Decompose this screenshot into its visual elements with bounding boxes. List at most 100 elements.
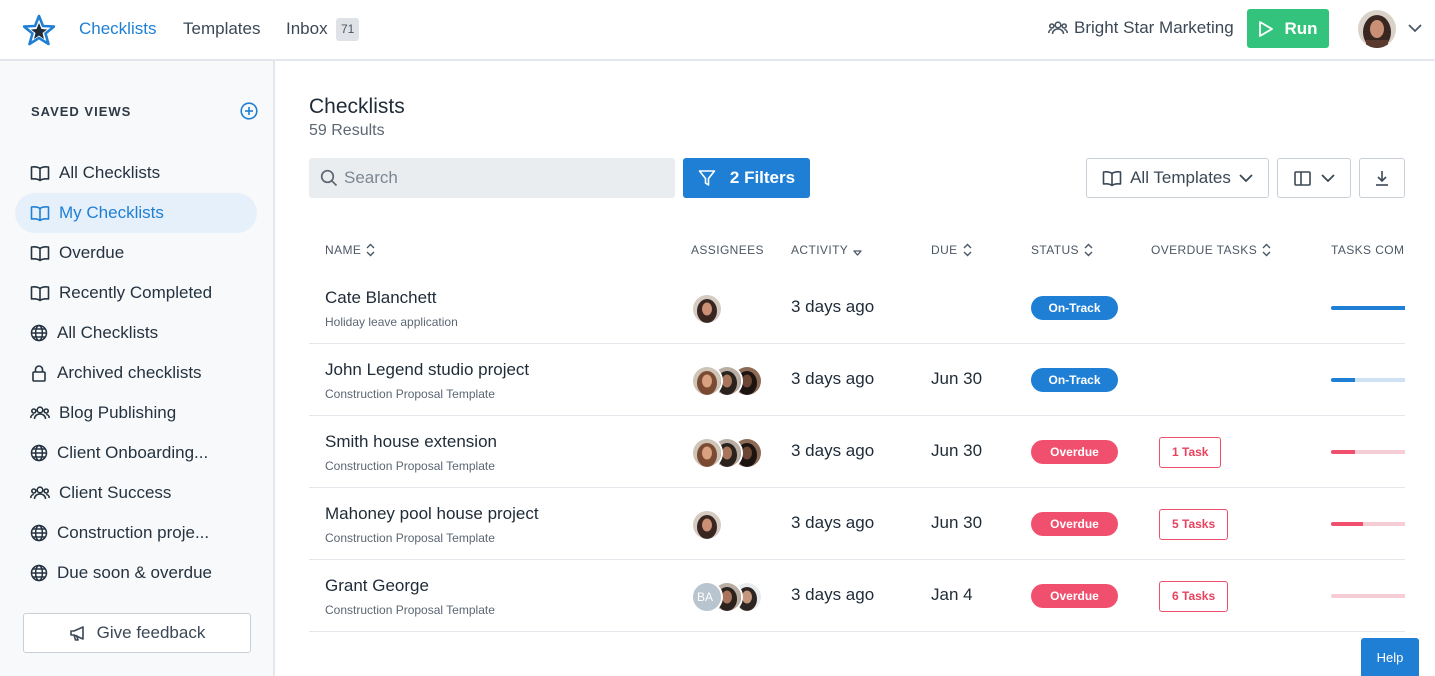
checklist-name[interactable]: Smith house extension bbox=[325, 432, 497, 452]
tasks-completed-progress-bar bbox=[1331, 306, 1405, 310]
download-button[interactable] bbox=[1359, 158, 1405, 198]
result-count: 59 Results bbox=[309, 122, 385, 139]
saved-view-label: All Checklists bbox=[57, 323, 159, 342]
columns-icon bbox=[1293, 170, 1311, 186]
saved-view-item[interactable]: Construction proje... bbox=[15, 513, 257, 553]
saved-view-item[interactable]: My Checklists bbox=[15, 193, 257, 233]
tasks-completed-progress-bar bbox=[1331, 378, 1405, 382]
inbox-count-badge: 71 bbox=[336, 18, 360, 41]
book-icon bbox=[30, 205, 50, 222]
tasks-completed-progress-bar bbox=[1331, 450, 1405, 454]
table-row[interactable]: John Legend studio project Construction P… bbox=[309, 344, 1405, 416]
assignee-avatar bbox=[691, 437, 723, 469]
search-input[interactable] bbox=[344, 168, 664, 188]
column-header-due[interactable]: DUE bbox=[931, 243, 972, 257]
table-row[interactable]: Cate Blanchett Holiday leave application 3… bbox=[309, 272, 1405, 344]
megaphone-icon bbox=[69, 626, 84, 641]
assignee-avatar bbox=[691, 293, 723, 325]
activity-time: 3 days ago bbox=[791, 513, 875, 532]
help-button[interactable]: Help bbox=[1361, 638, 1419, 676]
column-layout-dropdown[interactable] bbox=[1277, 158, 1351, 198]
checklist-name[interactable]: Mahoney pool house project bbox=[325, 504, 539, 524]
run-button[interactable]: Run bbox=[1247, 9, 1329, 48]
assignee-avatar bbox=[691, 509, 723, 541]
users-icon bbox=[30, 485, 50, 501]
activity-time: 3 days ago bbox=[791, 441, 875, 460]
globe-icon bbox=[30, 444, 48, 462]
progress-fill bbox=[1331, 378, 1355, 382]
column-header-tasks-completed[interactable]: TASKS COMPLETED bbox=[1331, 243, 1405, 257]
checklist-name[interactable]: Grant George bbox=[325, 576, 429, 596]
globe-icon bbox=[30, 324, 48, 342]
saved-view-item[interactable]: All Checklists bbox=[15, 153, 257, 193]
checklist-template-name: Construction Proposal Template bbox=[325, 387, 495, 401]
all-templates-label: All Templates bbox=[1130, 168, 1231, 187]
globe-icon bbox=[30, 524, 48, 542]
book-icon bbox=[30, 285, 50, 302]
saved-view-item[interactable]: Recently Completed bbox=[15, 273, 257, 313]
column-header-overdue-tasks[interactable]: OVERDUE TASKS bbox=[1151, 243, 1271, 257]
progress-fill bbox=[1331, 306, 1405, 310]
saved-view-item[interactable]: All Checklists bbox=[15, 313, 257, 353]
filters-button[interactable]: 2 Filters bbox=[683, 158, 810, 198]
users-icon bbox=[30, 405, 50, 421]
saved-view-label: Client Success bbox=[59, 483, 172, 502]
progress-fill bbox=[1331, 450, 1355, 454]
saved-view-label: Recently Completed bbox=[59, 283, 213, 302]
star-logo-icon[interactable] bbox=[23, 14, 55, 46]
progress-fill bbox=[1331, 522, 1363, 526]
chevron-down-icon bbox=[1320, 174, 1335, 183]
search-box[interactable] bbox=[309, 158, 675, 198]
activity-time: 3 days ago bbox=[791, 585, 875, 604]
top-navigation-bar: Checklists Templates Inbox 71 Bright Sta… bbox=[0, 0, 1435, 61]
nav-checklists-link[interactable]: Checklists bbox=[79, 19, 156, 39]
status-badge: On-Track bbox=[1031, 296, 1118, 320]
book-icon bbox=[30, 165, 50, 182]
saved-view-label: Archived checklists bbox=[57, 363, 202, 382]
saved-view-item[interactable]: Overdue bbox=[15, 233, 257, 273]
avatar-photo-icon bbox=[1358, 10, 1396, 48]
checklist-template-name: Construction Proposal Template bbox=[325, 531, 495, 545]
user-avatar[interactable] bbox=[1358, 10, 1396, 48]
chevron-down-icon[interactable] bbox=[1408, 23, 1422, 33]
table-row[interactable]: Grant George Construction Proposal Templa… bbox=[309, 560, 1405, 632]
checklist-name[interactable]: John Legend studio project bbox=[325, 360, 529, 380]
lock-icon bbox=[30, 364, 48, 382]
sort-icon bbox=[366, 243, 375, 257]
give-feedback-button[interactable]: Give feedback bbox=[23, 613, 251, 653]
filter-icon bbox=[698, 170, 716, 186]
all-templates-dropdown[interactable]: All Templates bbox=[1086, 158, 1269, 198]
overdue-tasks-badge[interactable]: 1 Task bbox=[1159, 437, 1222, 468]
organization-switcher[interactable]: Bright Star Marketing bbox=[1048, 18, 1234, 38]
saved-view-item[interactable]: Client Success bbox=[15, 473, 257, 513]
add-saved-view-icon[interactable] bbox=[240, 102, 258, 120]
tasks-completed-progress-bar bbox=[1331, 594, 1405, 598]
column-header-name[interactable]: NAME bbox=[325, 243, 375, 257]
page-title: Checklists bbox=[309, 95, 405, 118]
checklist-name[interactable]: Cate Blanchett bbox=[325, 288, 437, 308]
activity-time: 3 days ago bbox=[791, 369, 875, 388]
saved-view-item[interactable]: Blog Publishing bbox=[15, 393, 257, 433]
globe-icon bbox=[30, 564, 48, 582]
saved-views-sidebar: SAVED VIEWS All Checklists My Checklists O… bbox=[0, 61, 275, 676]
table-row[interactable]: Smith house extension Construction Propos… bbox=[309, 416, 1405, 488]
overdue-tasks-badge[interactable]: 5 Tasks bbox=[1159, 509, 1229, 540]
saved-view-item[interactable]: Archived checklists bbox=[15, 353, 257, 393]
table-row[interactable]: Mahoney pool house project Construction P… bbox=[309, 488, 1405, 560]
saved-view-label: Blog Publishing bbox=[59, 403, 177, 422]
checklist-template-name: Holiday leave application bbox=[325, 315, 458, 329]
due-date: Jun 30 bbox=[931, 441, 983, 460]
due-date: Jun 30 bbox=[931, 369, 983, 388]
checklist-template-name: Construction Proposal Template bbox=[325, 603, 495, 617]
saved-views-heading: SAVED VIEWS bbox=[31, 104, 132, 119]
nav-templates-link[interactable]: Templates bbox=[183, 19, 260, 39]
saved-view-item[interactable]: Client Onboarding... bbox=[15, 433, 257, 473]
nav-inbox-link[interactable]: Inbox bbox=[286, 19, 328, 39]
saved-view-item[interactable]: Due soon & overdue bbox=[15, 553, 257, 593]
column-header-activity[interactable]: ACTIVITY bbox=[791, 243, 862, 257]
overdue-tasks-badge[interactable]: 6 Tasks bbox=[1159, 581, 1229, 612]
assignee-avatar bbox=[691, 365, 723, 397]
play-icon bbox=[1259, 20, 1274, 37]
sort-icon bbox=[1262, 243, 1271, 257]
column-header-status[interactable]: STATUS bbox=[1031, 243, 1093, 257]
